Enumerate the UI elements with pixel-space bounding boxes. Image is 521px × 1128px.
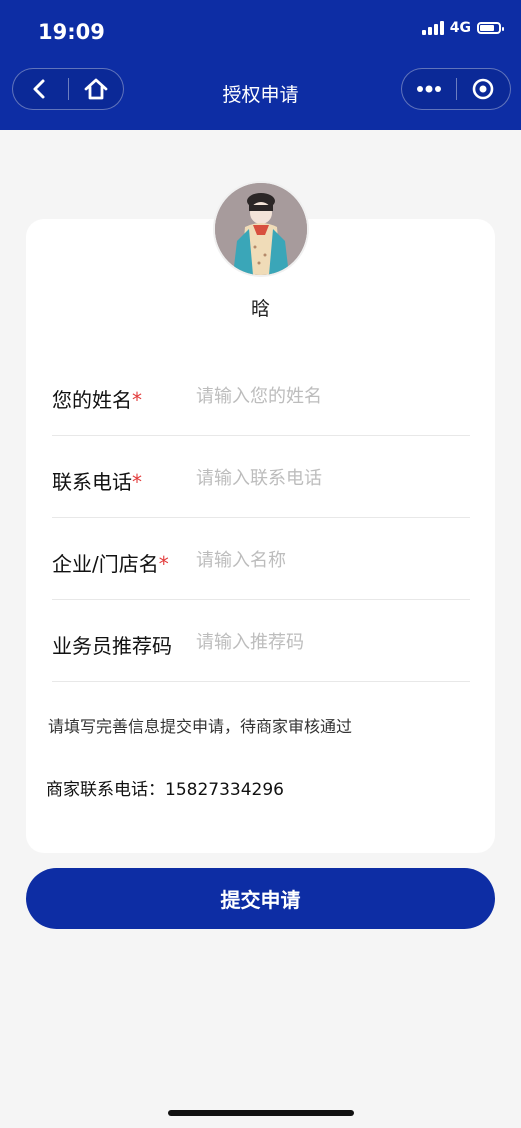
name-input[interactable]: [196, 376, 468, 416]
form-row-name: 您的姓名*: [52, 354, 470, 436]
required-mark: *: [158, 552, 169, 576]
avatar-illustration: [215, 183, 307, 275]
phone-input[interactable]: [196, 458, 468, 498]
referral-label: 业务员推荐码: [52, 634, 172, 658]
signal-icon: [421, 21, 444, 35]
name-label: 您的姓名*: [52, 388, 142, 412]
status-indicators: 4G: [421, 20, 504, 36]
close-miniprogram-button[interactable]: [457, 69, 511, 109]
form-row-referral: 业务员推荐码: [52, 600, 470, 682]
submission-note: 请填写完善信息提交申请，待商家审核通过: [48, 717, 353, 736]
store-label: 企业/门店名*: [52, 552, 169, 576]
phone-label: 联系电话*: [52, 470, 142, 494]
merchant-phone: 商家联系电话：15827334296: [46, 780, 284, 800]
required-mark: *: [132, 388, 142, 412]
network-type: 4G: [449, 20, 471, 36]
form-row-store: 企业/门店名*: [52, 518, 470, 600]
submit-button[interactable]: 提交申请: [26, 868, 495, 929]
required-mark: *: [132, 470, 142, 494]
referral-input[interactable]: [196, 622, 468, 662]
more-button[interactable]: [402, 69, 456, 109]
header-bar: 19:09 4G 授权申请: [0, 0, 521, 130]
battery-icon: [477, 22, 504, 34]
home-indicator[interactable]: [168, 1110, 354, 1116]
avatar: [213, 181, 309, 277]
user-name: 晗: [250, 298, 270, 320]
target-icon: [472, 78, 494, 100]
store-input[interactable]: [196, 540, 468, 580]
nav-capsule-right: [401, 68, 511, 110]
more-icon: [416, 85, 441, 93]
form-row-phone: 联系电话*: [52, 436, 470, 518]
status-time: 19:09: [38, 20, 105, 44]
